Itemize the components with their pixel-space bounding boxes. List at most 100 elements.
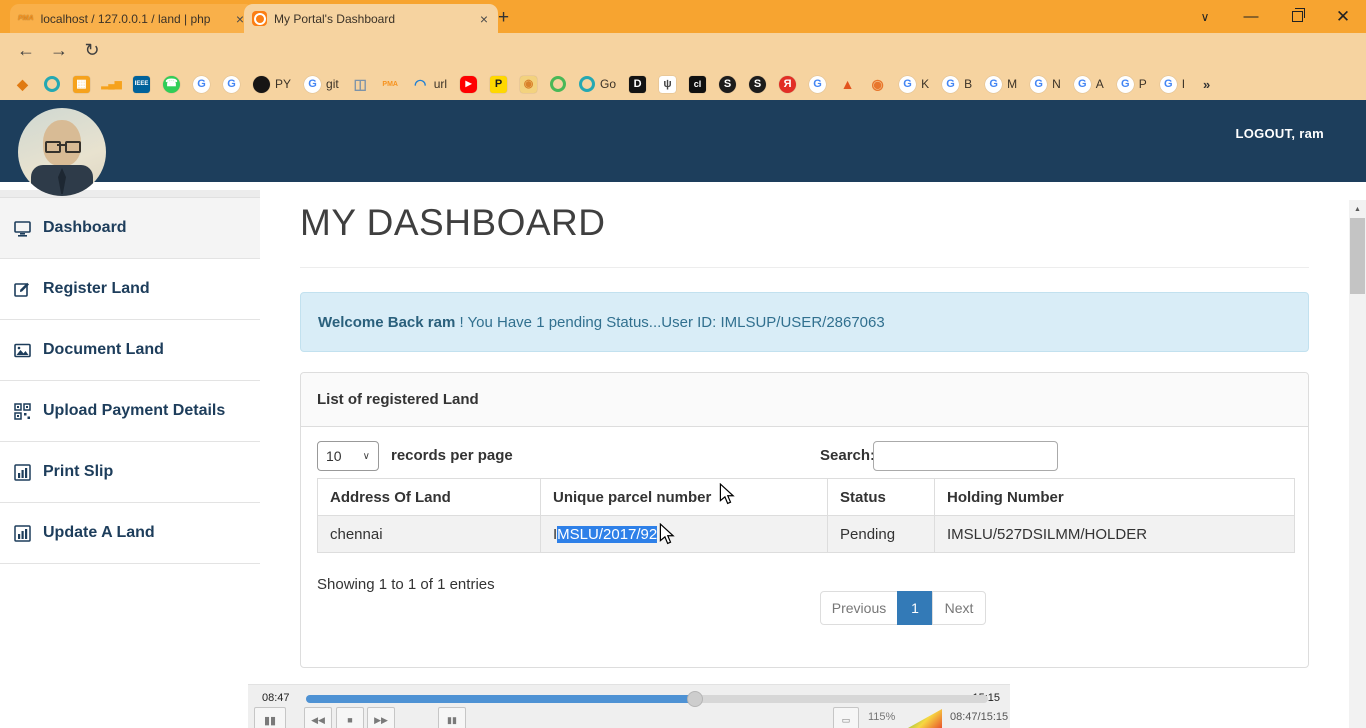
google-icon[interactable]: G	[223, 76, 240, 93]
sidebar-item-update-a-land[interactable]: Update A Land	[0, 503, 260, 564]
logout-link[interactable]: LOGOUT, ram	[1235, 126, 1324, 141]
table-row[interactable]: chennai IMSLU/2017/92 Pending IMSLU/527D…	[318, 516, 1295, 553]
player-frame-step-button[interactable]: ▮▮	[438, 707, 466, 728]
edit-icon	[14, 281, 31, 298]
tab-close-icon[interactable]: ×	[478, 11, 490, 27]
speedtest-icon[interactable]: ◠url	[412, 76, 447, 93]
avatar	[18, 108, 106, 196]
google-icon[interactable]: GP	[1117, 76, 1147, 93]
window-minimize-button[interactable]: —	[1228, 0, 1274, 33]
bar-chart-icon	[14, 525, 31, 542]
bookmarks-overflow-icon[interactable]: »	[1198, 76, 1215, 93]
ieee-icon[interactable]: IEEE	[133, 76, 150, 93]
phpmyadmin-icon[interactable]: PMA	[382, 76, 399, 93]
tab-phpmyadmin[interactable]: PMA localhost / 127.0.0.1 / land | php ×	[10, 4, 254, 33]
sidebar-item-print-slip[interactable]: Print Slip	[0, 442, 260, 503]
player-elapsed-time: 08:47	[262, 692, 290, 704]
chevron-down-icon: ∨	[363, 451, 370, 462]
sites-icon[interactable]: ▦	[73, 76, 90, 93]
yandex-icon[interactable]: Я	[779, 76, 796, 93]
cell-holding: IMSLU/527DSILMM/HOLDER	[935, 516, 1295, 553]
google-icon[interactable]: GB	[942, 76, 972, 93]
pagination: Previous 1 Next	[820, 591, 986, 625]
welcome-bold: Welcome Back ram	[318, 314, 455, 331]
s-icon[interactable]: S	[719, 76, 736, 93]
sidebar-item-upload-payment-details[interactable]: Upload Payment Details	[0, 381, 260, 442]
search-label: Search:	[820, 447, 875, 464]
player-previous-button[interactable]: ◀◀	[304, 707, 332, 728]
duck-icon[interactable]: D	[629, 76, 646, 93]
site-header: LOGOUT, ram	[0, 100, 1366, 182]
pose-icon[interactable]: ψ	[659, 76, 676, 93]
forward-button[interactable]: →	[45, 36, 73, 64]
google-icon[interactable]: GA	[1074, 76, 1104, 93]
sidebar-item-label: Update A Land	[43, 524, 155, 542]
pagination-page-1[interactable]: 1	[897, 591, 933, 625]
pagination-next[interactable]: Next	[932, 591, 986, 625]
google-icon[interactable]: G	[193, 76, 210, 93]
col-holding[interactable]: Holding Number	[935, 479, 1295, 516]
godaddy-icon[interactable]	[44, 76, 60, 92]
sidebar-item-label: Upload Payment Details	[43, 402, 225, 420]
records-per-page-select[interactable]: 10 ∨	[317, 441, 379, 471]
google-icon[interactable]: G	[809, 76, 826, 93]
video-player-controls: 08:47 15:15 ▮▮ ◀◀ ■ ▶▶ ▮▮ ▭ 115% 08:47/1…	[248, 684, 1010, 728]
sidebar-item-label: Register Land	[43, 280, 150, 298]
mouse-cursor-icon	[657, 523, 677, 545]
monitor-icon	[14, 220, 31, 237]
google-icon[interactable]: GK	[899, 76, 929, 93]
github-icon[interactable]: PY	[253, 76, 291, 93]
godaddy-icon[interactable]: Go	[579, 76, 616, 92]
player-pause-button[interactable]: ▮▮	[254, 707, 286, 728]
kite-icon[interactable]: ◆	[14, 76, 31, 93]
col-status[interactable]: Status	[828, 479, 935, 516]
eye-icon[interactable]: ◉	[869, 76, 886, 93]
recorder-icon[interactable]: ◉	[520, 76, 537, 93]
player-seek-bar[interactable]	[306, 695, 988, 703]
sidebar-item-dashboard[interactable]: Dashboard	[0, 198, 260, 259]
youtube-icon[interactable]: ▶	[460, 76, 477, 93]
cell-status: Pending	[828, 516, 935, 553]
page-title: MY DASHBOARD	[300, 202, 606, 244]
scrollbar-up-icon[interactable]: ▲	[1349, 201, 1366, 217]
image-icon	[14, 342, 31, 359]
player-playlist-button[interactable]: ▭	[833, 707, 859, 728]
scrollbar-thumb[interactable]	[1350, 218, 1365, 294]
tab-search-chevron-icon[interactable]: ∨	[1182, 0, 1228, 33]
selected-text: MSLU/2017/92	[557, 526, 657, 543]
cell-address: chennai	[318, 516, 541, 553]
cl-icon[interactable]: cl	[689, 76, 706, 93]
p-icon[interactable]: P	[490, 76, 507, 93]
matlab-icon[interactable]: ▲	[839, 76, 856, 93]
sidebar-item-document-land[interactable]: Document Land	[0, 320, 260, 381]
vault-icon[interactable]: ◫	[352, 76, 369, 93]
ring-icon[interactable]	[550, 76, 566, 92]
sidebar-item-register-land[interactable]: Register Land	[0, 259, 260, 320]
google-icon[interactable]: GM	[985, 76, 1017, 93]
reload-button[interactable]: ↻	[78, 36, 106, 64]
analytics-icon[interactable]: ▂▄▆	[103, 76, 120, 93]
pagination-previous[interactable]: Previous	[820, 591, 898, 625]
google-icon[interactable]: Ggit	[304, 76, 339, 93]
title-divider	[300, 267, 1309, 268]
tab-my-portal-dashboard[interactable]: My Portal's Dashboard ×	[244, 4, 498, 33]
google-icon[interactable]: GN	[1030, 76, 1061, 93]
search-input[interactable]	[873, 441, 1058, 471]
col-address[interactable]: Address Of Land	[318, 479, 541, 516]
tab-title: My Portal's Dashboard	[274, 12, 471, 26]
new-tab-button[interactable]: +	[498, 5, 509, 31]
google-icon[interactable]: GI	[1160, 76, 1185, 93]
player-stop-button[interactable]: ■	[336, 707, 364, 728]
window-close-button[interactable]: ✕	[1320, 0, 1366, 33]
s-icon[interactable]: S	[749, 76, 766, 93]
player-logo-icon	[908, 709, 942, 728]
window-restore-button[interactable]	[1274, 0, 1320, 33]
back-button[interactable]: ←	[12, 36, 40, 64]
col-parcel[interactable]: Unique parcel number	[541, 479, 828, 516]
player-seek-thumb[interactable]	[687, 691, 703, 707]
page-content: LOGOUT, ram Dashboard Register Land Docu…	[0, 100, 1366, 728]
page-scrollbar[interactable]: ▲ ▼	[1349, 200, 1366, 728]
player-next-button[interactable]: ▶▶	[367, 707, 395, 728]
whatsapp-icon[interactable]: ☎	[163, 76, 180, 93]
page-size-value: 10	[326, 448, 342, 464]
